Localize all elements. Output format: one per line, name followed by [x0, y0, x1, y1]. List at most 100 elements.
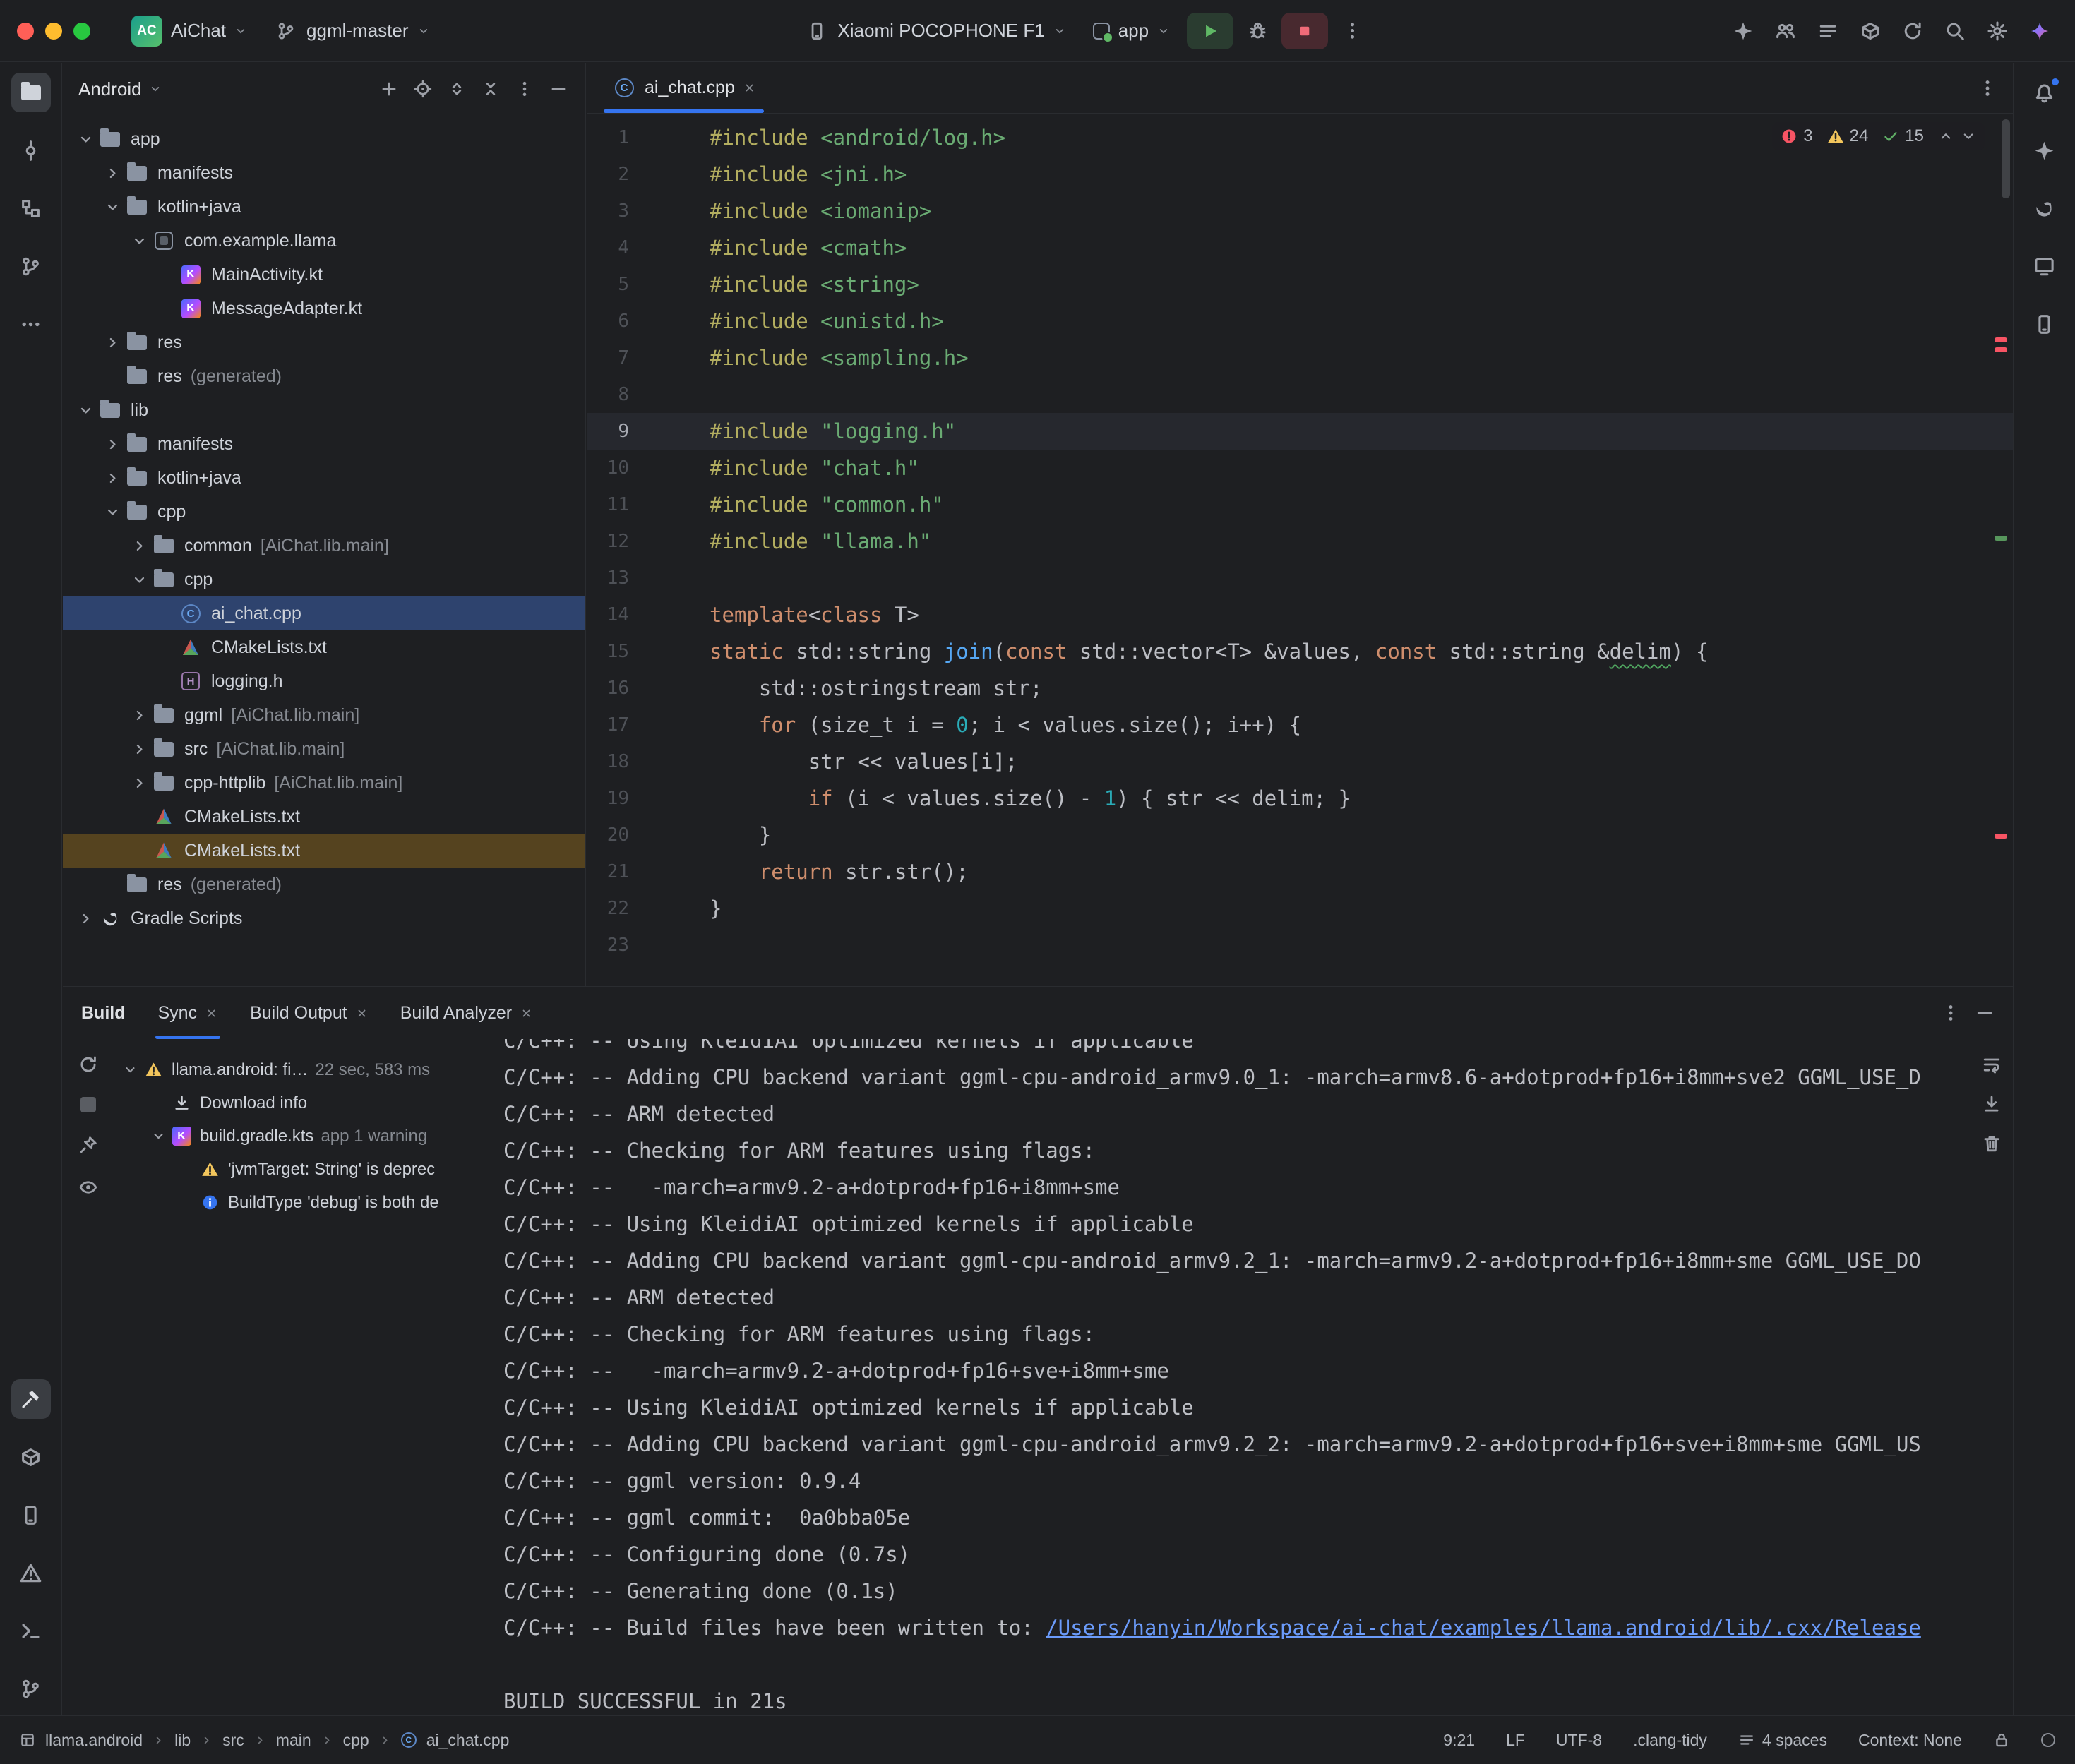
- chevron-right-icon[interactable]: [100, 465, 125, 491]
- tree-item-res[interactable]: res(generated): [63, 868, 585, 901]
- chevron-right-icon[interactable]: [126, 702, 152, 728]
- chevron-right-icon[interactable]: [100, 431, 125, 457]
- chevron-right-icon[interactable]: [100, 330, 125, 355]
- code-line-8[interactable]: 8: [587, 376, 2013, 413]
- code-line-19[interactable]: 19 if (i < values.size() - 1) { str << d…: [587, 780, 2013, 817]
- sync-restart-icon[interactable]: [78, 1055, 98, 1074]
- error-stripe-mark[interactable]: [1995, 536, 2007, 541]
- device-explorer-icon[interactable]: [2025, 246, 2064, 286]
- code-area[interactable]: 1#include <android/log.h>2#include <jni.…: [587, 114, 2013, 986]
- tree-item-'jvmTarget: String' is deprec[interactable]: 'jvmTarget: String' is deprec: [114, 1153, 495, 1186]
- chevron-down-icon[interactable]: [126, 567, 152, 592]
- tree-item-manifests[interactable]: manifests: [63, 427, 585, 461]
- tree-item-common[interactable]: common[AiChat.lib.main]: [63, 529, 585, 563]
- breadcrumb-lib[interactable]: lib: [174, 1731, 191, 1750]
- code-line-7[interactable]: 7#include <sampling.h>: [587, 340, 2013, 376]
- tab-Sync[interactable]: Sync: [158, 987, 218, 1039]
- close-icon[interactable]: [520, 1007, 532, 1019]
- code-line-10[interactable]: 10#include "chat.h": [587, 450, 2013, 486]
- vcs-branch-selector[interactable]: ggml-master: [264, 13, 439, 49]
- tree-item-CMakeLists.txt[interactable]: CMakeLists.txt: [63, 800, 585, 834]
- code-with-me-icon[interactable]: [1767, 13, 1804, 49]
- warnings-count[interactable]: 24: [1827, 126, 1869, 146]
- tree-item-BuildType 'debug' is both de[interactable]: BuildType 'debug' is both de: [114, 1186, 495, 1219]
- errors-count[interactable]: 3: [1781, 126, 1812, 146]
- notifications-icon[interactable]: [2025, 73, 2064, 112]
- chevron-down-icon[interactable]: [146, 1124, 170, 1148]
- build-options-icon[interactable]: [1941, 1003, 1961, 1023]
- code-line-22[interactable]: 22}: [587, 890, 2013, 927]
- tree-item-cpp[interactable]: cpp: [63, 495, 585, 529]
- code-line-17[interactable]: 17 for (size_t i = 0; i < values.size();…: [587, 707, 2013, 743]
- add-icon[interactable]: [373, 73, 405, 104]
- hide-panel-icon[interactable]: [543, 73, 574, 104]
- zoom-window-button[interactable]: [73, 23, 90, 40]
- status-line-separator[interactable]: LF: [1506, 1731, 1525, 1750]
- tree-item-logging.h[interactable]: Hlogging.h: [63, 664, 585, 698]
- sync-project-icon[interactable]: [1894, 13, 1931, 49]
- status-indentation[interactable]: 4 spaces: [1738, 1731, 1827, 1750]
- sync-console[interactable]: C/C++: -- Using KleidiAI optimized kerne…: [503, 1039, 1963, 1715]
- code-line-13[interactable]: 13: [587, 560, 2013, 596]
- status-lock[interactable]: [1993, 1732, 2010, 1748]
- tree-item-manifests[interactable]: manifests: [63, 156, 585, 190]
- problems-icon[interactable]: [11, 1553, 51, 1592]
- breadcrumb-llama.android[interactable]: llama.android: [45, 1731, 143, 1750]
- passed-count[interactable]: 15: [1882, 126, 1924, 146]
- ai-assistant-icon[interactable]: [2025, 131, 2064, 170]
- commit-icon[interactable]: [11, 131, 51, 170]
- soft-wrap-icon[interactable]: [1982, 1055, 2002, 1074]
- structure-icon[interactable]: [11, 188, 51, 228]
- project-selector[interactable]: AC AiChat: [121, 10, 257, 52]
- tree-item-res[interactable]: res: [63, 325, 585, 359]
- tree-item-MainActivity.kt[interactable]: KMainActivity.kt: [63, 258, 585, 292]
- tree-item-CMakeLists.txt[interactable]: CMakeLists.txt: [63, 630, 585, 664]
- editor-scrollbar[interactable]: [2002, 119, 2010, 198]
- tree-item-ggml[interactable]: ggml[AiChat.lib.main]: [63, 698, 585, 732]
- tree-item-kotlin+java[interactable]: kotlin+java: [63, 190, 585, 224]
- breadcrumb-main[interactable]: main: [276, 1731, 311, 1750]
- gradle-icon[interactable]: [2025, 188, 2064, 228]
- chevron-right-icon[interactable]: [126, 736, 152, 762]
- filter-icon[interactable]: [78, 1177, 98, 1197]
- run-configuration-selector[interactable]: app: [1083, 14, 1180, 47]
- code-line-3[interactable]: 3#include <iomanip>: [587, 193, 2013, 229]
- code-line-15[interactable]: 15static std::string join(const std::vec…: [587, 633, 2013, 670]
- tab-Build Output[interactable]: Build Output: [250, 987, 368, 1039]
- tree-item-llama.android: fi…[interactable]: llama.android: fi…22 sec, 583 ms: [114, 1053, 495, 1086]
- status-context[interactable]: Context: None: [1858, 1731, 1962, 1750]
- breadcrumb-cpp[interactable]: cpp: [343, 1731, 369, 1750]
- running-devices-icon[interactable]: [2025, 304, 2064, 344]
- tree-item-CMakeLists.txt[interactable]: CMakeLists.txt: [63, 834, 585, 868]
- tree-item-cpp-httplib[interactable]: cpp-httplib[AiChat.lib.main]: [63, 766, 585, 800]
- project-icon[interactable]: [11, 73, 51, 112]
- chevron-right-icon[interactable]: [100, 160, 125, 186]
- close-icon[interactable]: [205, 1007, 217, 1019]
- more-icon[interactable]: [509, 73, 540, 104]
- clear-icon[interactable]: [1982, 1134, 2002, 1153]
- code-line-14[interactable]: 14template<class T>: [587, 596, 2013, 633]
- tree-item-app[interactable]: app: [63, 122, 585, 156]
- tree-item-res[interactable]: res(generated): [63, 359, 585, 393]
- build-icon[interactable]: [11, 1379, 51, 1419]
- tree-item-cpp[interactable]: cpp: [63, 563, 585, 596]
- run-button[interactable]: [1187, 13, 1233, 49]
- device-manager-icon[interactable]: [11, 1495, 51, 1535]
- chevron-right-icon[interactable]: [126, 770, 152, 796]
- code-line-21[interactable]: 21 return str.str();: [587, 853, 2013, 890]
- chevron-down-icon[interactable]: [73, 397, 98, 423]
- locate-icon[interactable]: [407, 73, 438, 104]
- chevron-down-icon[interactable]: [73, 126, 98, 152]
- tree-item-ai_chat.cpp[interactable]: Cai_chat.cpp: [63, 596, 585, 630]
- tree-item-Gradle Scripts[interactable]: Gradle Scripts: [63, 901, 585, 935]
- breadcrumb-ai_chat.cpp[interactable]: ai_chat.cpp: [426, 1731, 510, 1750]
- chevron-right-icon[interactable]: [73, 906, 98, 931]
- code-line-5[interactable]: 5#include <string>: [587, 266, 2013, 303]
- code-line-20[interactable]: 20 }: [587, 817, 2013, 853]
- resource-manager-icon[interactable]: [11, 1437, 51, 1477]
- status-inspections-summary[interactable]: [2041, 1733, 2055, 1747]
- inspections-widget[interactable]: 3 24 15: [1772, 122, 1985, 150]
- tree-item-MessageAdapter.kt[interactable]: KMessageAdapter.kt: [63, 292, 585, 325]
- more-run-actions-icon[interactable]: [1335, 14, 1369, 48]
- terminal-icon[interactable]: [11, 1611, 51, 1650]
